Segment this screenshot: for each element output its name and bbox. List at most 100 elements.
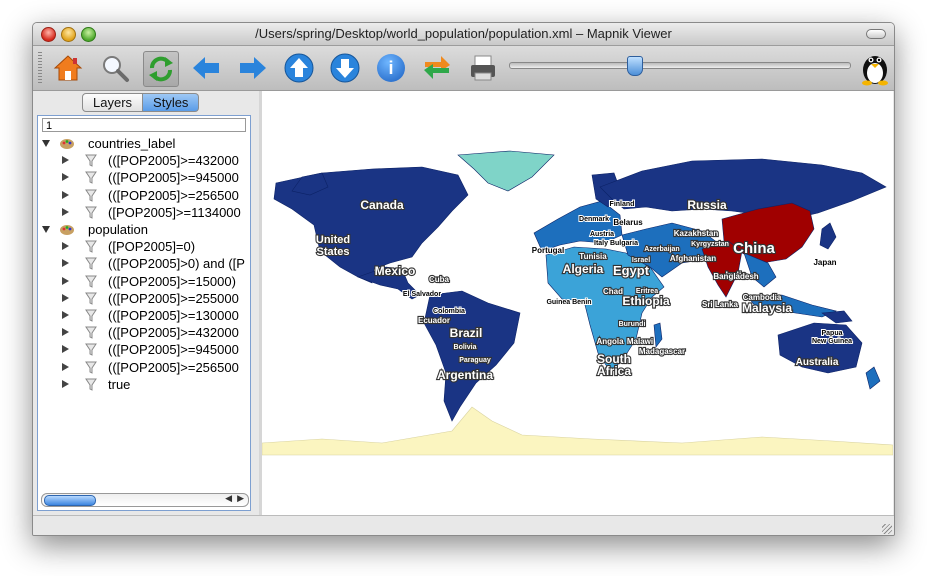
map-label-chad: Chad [603, 287, 623, 296]
home-button[interactable] [51, 51, 85, 85]
reload-button[interactable] [143, 51, 179, 87]
disclosure-collapsed-icon[interactable] [62, 242, 69, 251]
tree-rule-row[interactable]: true [38, 376, 248, 393]
info-button[interactable]: i [374, 51, 408, 85]
disclosure-collapsed-icon[interactable] [62, 173, 69, 182]
disclosure-collapsed-icon[interactable] [62, 293, 69, 302]
arrow-right-icon [240, 57, 266, 79]
map-label-guinea-benin: Guinea Benin [546, 299, 591, 306]
tree-rule-row[interactable]: (([POP2005]>=945000 [38, 341, 248, 358]
tree-rule-row[interactable]: (([POP2005]>=256500 [38, 359, 248, 376]
pan-right-button[interactable] [236, 51, 270, 85]
disclosure-collapsed-icon[interactable] [62, 345, 69, 354]
swap-button[interactable] [420, 51, 454, 85]
disclosure-collapsed-icon[interactable] [62, 156, 69, 165]
print-button[interactable] [466, 51, 500, 85]
tree-row-label: population [88, 222, 148, 237]
filter-funnel-icon [85, 378, 97, 391]
tree-rule-row[interactable]: (([POP2005]>=130000 [38, 307, 248, 324]
tree-rule-row[interactable]: (([POP2005]>=15000) [38, 273, 248, 290]
map-label-australia: Australia [796, 357, 839, 368]
tree-row-label: (([POP2005]>=432000 [108, 325, 239, 341]
map-label-brazil: Brazil [450, 326, 483, 340]
printer-icon [471, 55, 495, 81]
tree-rule-row[interactable]: (([POP2005]>=945000 [38, 169, 248, 186]
title-bar[interactable]: /Users/spring/Desktop/world_population/p… [33, 23, 894, 46]
resize-grip-icon[interactable] [882, 524, 892, 534]
arrow-left-icon [193, 57, 219, 79]
tree-rule-row[interactable]: (([POP2005]>=432000 [38, 324, 248, 341]
disclosure-expanded-icon[interactable] [42, 226, 50, 233]
disclosure-expanded-icon[interactable] [42, 140, 50, 147]
scroll-right-icon[interactable]: ▶ [237, 493, 244, 504]
map-label-austria: Austria [590, 231, 614, 238]
map-label-kazakhstan: Kazakhstan [674, 229, 719, 238]
tree-row-label: (([POP2005]>=945000 [108, 170, 239, 186]
map-label-algeria: Algeria [563, 262, 604, 276]
magnifier-icon [103, 56, 129, 82]
map-label-portugal: Portugal [532, 246, 564, 255]
scrollbar-thumb[interactable] [44, 495, 96, 506]
map-label-ecuador: Ecuador [418, 316, 450, 325]
styles-tree[interactable]: 1 countries_label (([POP2005]>=432000 (([P… [37, 115, 251, 511]
layers-styles-tabs: Layers Styles [82, 93, 200, 112]
refresh-icon [149, 56, 173, 82]
disclosure-collapsed-icon[interactable] [62, 379, 69, 388]
map-label-madagascar: Madagascar [639, 347, 685, 356]
disclosure-collapsed-icon[interactable] [62, 190, 69, 199]
tree-row-label: countries_label [88, 136, 176, 151]
tree-group-row[interactable]: countries_label [38, 135, 248, 152]
map-label-israel: Israel [632, 257, 650, 264]
palette-icon [60, 225, 74, 235]
filter-funnel-icon [85, 171, 97, 185]
tree-row-label: (([POP2005]>0) and ([P [108, 256, 245, 272]
filter-funnel-icon [85, 309, 97, 322]
disclosure-collapsed-icon[interactable] [62, 207, 69, 216]
map-label-sri-lanka: Sri Lanka [702, 300, 739, 309]
filter-funnel-icon [85, 343, 97, 357]
horizontal-scrollbar[interactable]: ◀ ▶ [41, 493, 249, 507]
zoom-slider[interactable] [509, 56, 851, 76]
tree-rule-row[interactable]: (([POP2005]>0) and ([P [38, 255, 248, 272]
disclosure-collapsed-icon[interactable] [62, 311, 69, 319]
tab-layers[interactable]: Layers [82, 93, 144, 112]
map-label-bangladesh: Bangladesh [713, 272, 758, 281]
disclosure-collapsed-icon[interactable] [62, 362, 69, 371]
pan-down-button[interactable] [328, 51, 362, 85]
map-label-us2: States [316, 246, 349, 258]
filter-input[interactable]: 1 [42, 118, 246, 132]
map-label-eritrea: Eritrea [636, 288, 658, 295]
map-label-belarus: Belarus [613, 218, 643, 227]
toolbar-grip[interactable] [38, 52, 42, 84]
zoom-slider-thumb[interactable] [627, 56, 643, 76]
tree-rule-row[interactable]: (([POP2005]>=255000 [38, 290, 248, 307]
map-label-malaysia: Malaysia [742, 301, 792, 315]
tree-rule-row[interactable]: (([POP2005]>=256500 [38, 187, 248, 204]
map-label-italy-bulgaria: Italy Bulgaria [594, 240, 638, 247]
map-label-colombia: Colombia [433, 308, 465, 315]
swap-arrows-icon [424, 56, 450, 79]
tux-penguin-icon [858, 50, 892, 86]
map-label-burundi: Burundi [619, 321, 646, 328]
tree-rule-row[interactable]: ([POP2005]=0) [38, 238, 248, 255]
app-window: /Users/spring/Desktop/world_population/p… [32, 22, 895, 536]
tab-styles[interactable]: Styles [143, 93, 200, 112]
pan-left-button[interactable] [189, 51, 223, 85]
disclosure-collapsed-icon[interactable] [62, 259, 69, 268]
tree-group-row[interactable]: population [38, 221, 248, 238]
map-label-denmark: Denmark [579, 216, 609, 223]
map-label-japan: Japan [813, 258, 836, 267]
map-label-cuba: Cuba [429, 275, 450, 284]
tree-rule-row[interactable]: ([POP2005]>=1134000 [38, 204, 248, 221]
map-canvas[interactable]: Canada Russia United States Mexico Brazil Arge… [261, 91, 894, 515]
scroll-left-icon[interactable]: ◀ [225, 493, 232, 504]
tree-rule-row[interactable]: (([POP2005]>=432000 [38, 152, 248, 169]
pan-up-button[interactable] [282, 51, 316, 85]
toolbar-toggle-button[interactable] [866, 29, 886, 39]
info-glyph: i [388, 57, 394, 78]
disclosure-collapsed-icon[interactable] [62, 276, 69, 285]
zoom-button[interactable] [98, 51, 132, 85]
map-label-cambodia: Cambodia [743, 293, 782, 302]
map-label-el-salvador: El Salvador [403, 291, 441, 298]
disclosure-collapsed-icon[interactable] [62, 328, 69, 337]
